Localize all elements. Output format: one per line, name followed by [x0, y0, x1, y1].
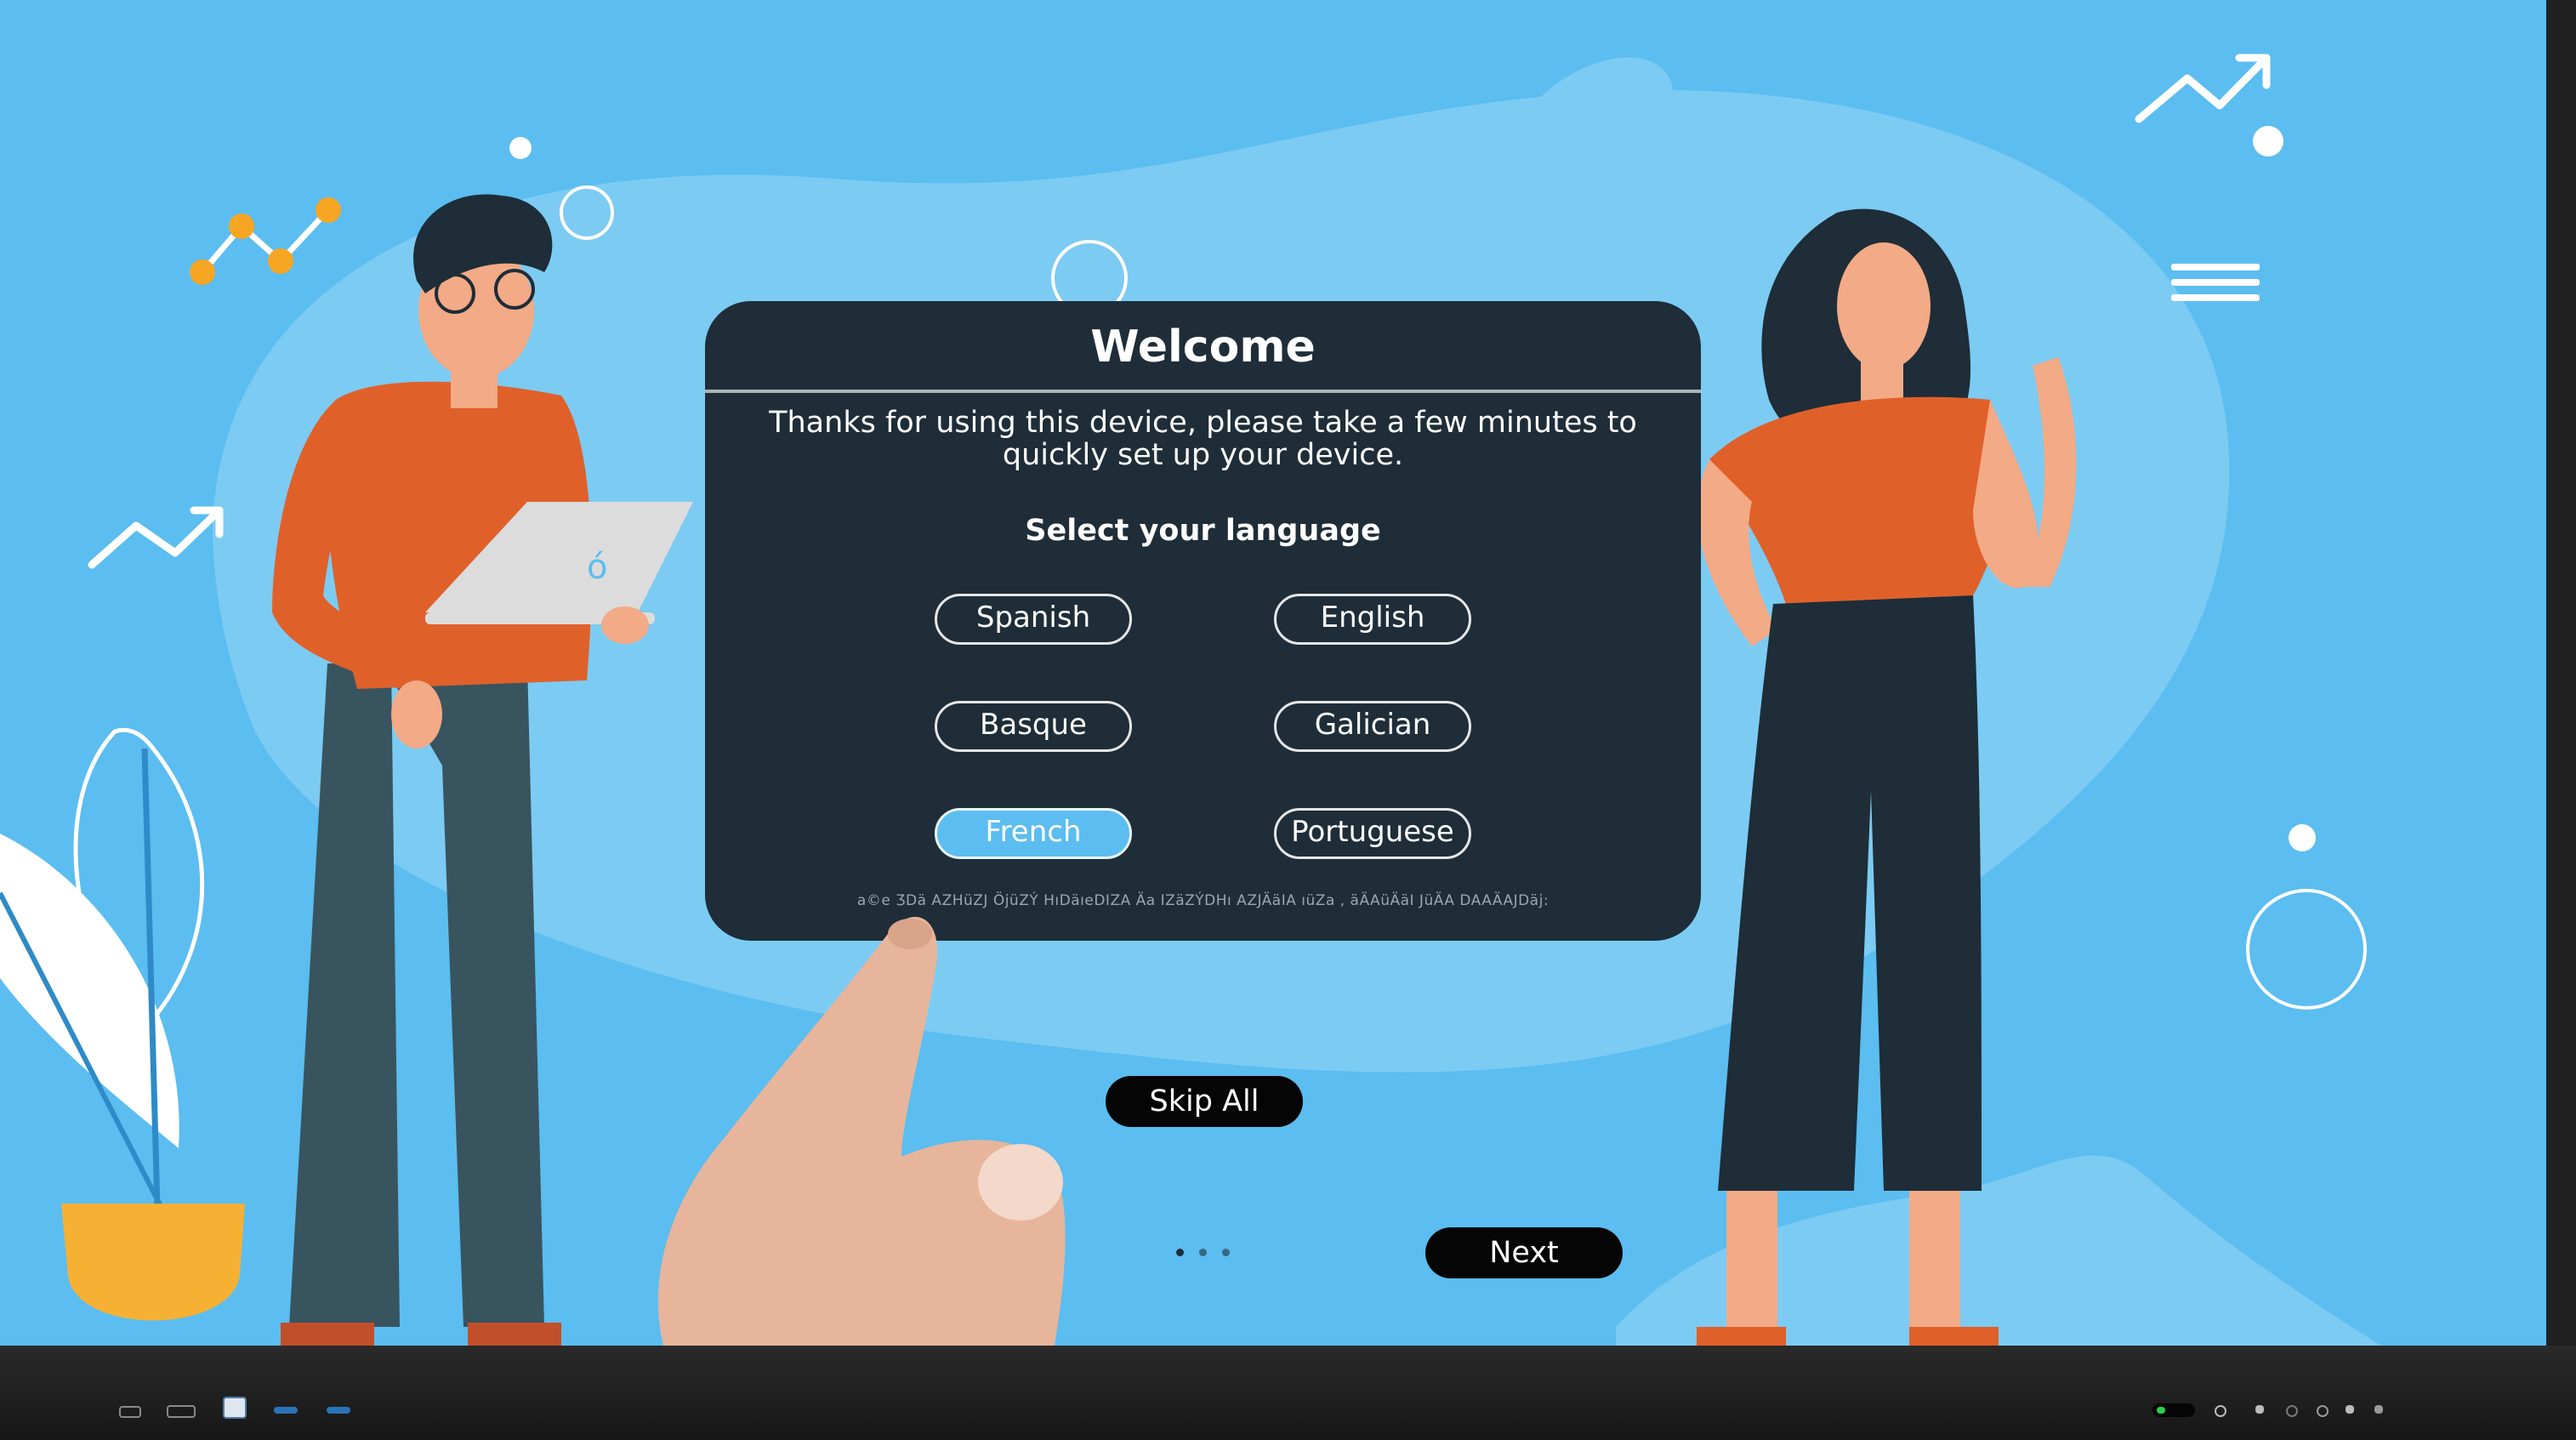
hand-illustration: [657, 917, 1066, 1346]
device-screen: ó Welcome Thanks for using this device, …: [0, 0, 2546, 1346]
menu-button-icon[interactable]: [2317, 1405, 2329, 1417]
power-button-icon[interactable]: [2215, 1405, 2226, 1417]
monitor-bezel-right: [2546, 0, 2576, 1440]
monitor-bezel-bottom: [0, 1346, 2576, 1440]
usb-port-icon: [223, 1397, 247, 1419]
back-button-icon[interactable]: [2286, 1405, 2298, 1417]
volume-down-icon[interactable]: [2346, 1405, 2354, 1414]
power-led-icon: [2152, 1403, 2195, 1417]
usb3-port-icon: [274, 1407, 298, 1414]
home-button-icon[interactable]: [2255, 1405, 2264, 1414]
hdmi-port-icon: [167, 1405, 196, 1418]
usb-c-port-icon: [119, 1406, 141, 1418]
usb3-port-icon: [327, 1407, 350, 1414]
volume-up-icon[interactable]: [2374, 1405, 2383, 1414]
